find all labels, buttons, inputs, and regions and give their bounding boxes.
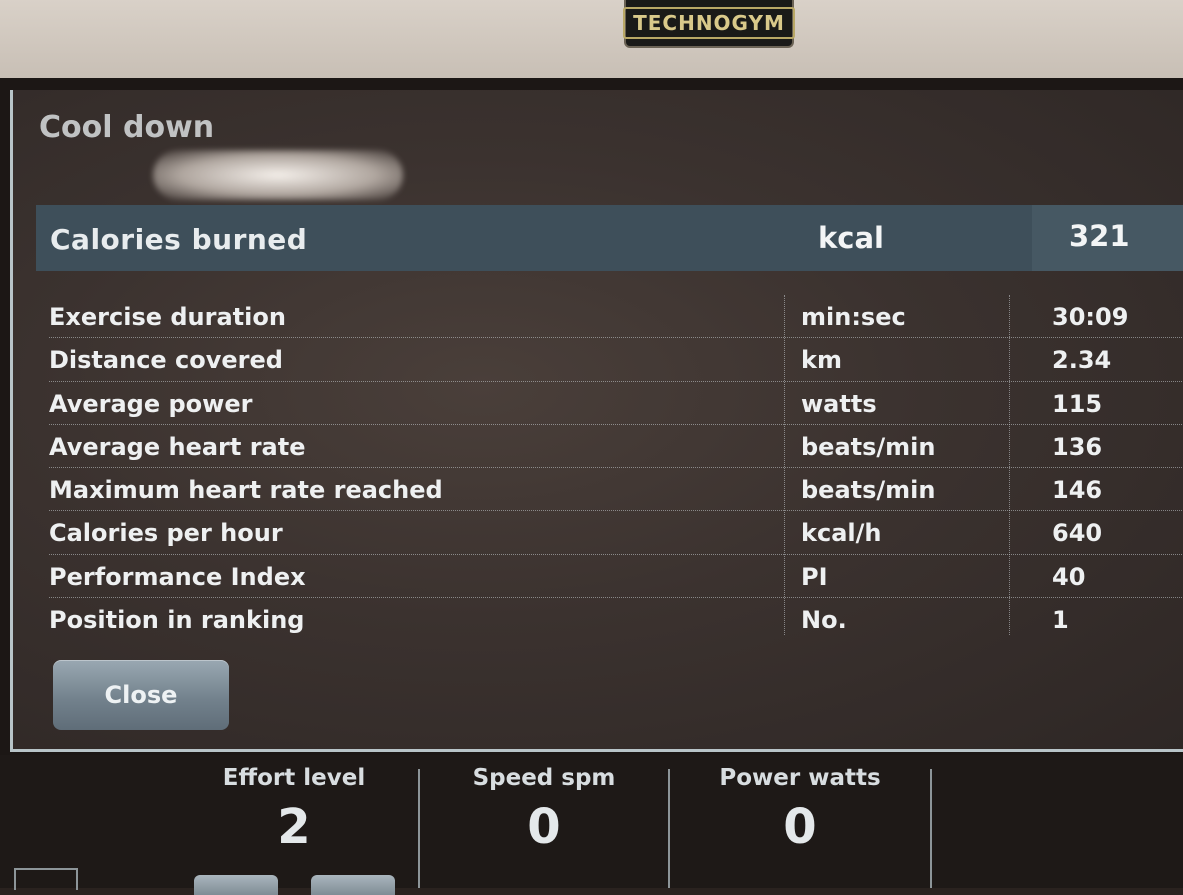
effort-level-metric: Effort level 2 <box>170 755 418 888</box>
bottom-metrics-bar: Effort level 2 Speed spm 0 Power watts 0 <box>0 755 1183 895</box>
calories-burned-unit: kcal <box>818 221 884 255</box>
corner-control[interactable] <box>14 868 78 890</box>
row-value: 30:09 <box>1052 303 1129 331</box>
effort-level-value: 2 <box>277 799 311 855</box>
row-value: 1 <box>1052 606 1069 635</box>
summary-panel: Cool down Calories burned kcal 321 Exerc… <box>10 90 1183 752</box>
panel-title: Cool down <box>39 110 215 145</box>
row-unit: No. <box>801 606 847 635</box>
table-row: Calories per hour kcal/h 640 <box>49 511 1183 555</box>
device-frame: TECHNOGYM Cool down Calories burned kcal… <box>0 0 1183 895</box>
effort-decrease-button[interactable] <box>194 875 278 895</box>
brand-logo-text: TECHNOGYM <box>623 7 795 39</box>
table-row: Maximum heart rate reached beats/min 146 <box>49 468 1183 512</box>
row-label: Average power <box>49 389 253 418</box>
row-unit: beats/min <box>801 432 936 461</box>
device-bezel-top: TECHNOGYM <box>0 0 1183 78</box>
brand-logo: TECHNOGYM <box>623 0 795 48</box>
table-row: Average power watts 115 <box>49 382 1183 425</box>
table-row: Exercise duration min:sec 30:09 <box>49 295 1183 339</box>
table-row: Distance covered km 2.34 <box>49 338 1183 382</box>
row-label: Average heart rate <box>49 432 306 461</box>
speed-label: Speed spm <box>472 765 616 791</box>
row-value: 146 <box>1052 476 1103 505</box>
console-screen: Cool down Calories burned kcal 321 Exerc… <box>0 78 1183 895</box>
row-value: 640 <box>1052 519 1103 548</box>
row-unit: kcal/h <box>801 519 882 548</box>
row-label: Exercise duration <box>49 303 286 331</box>
calories-burned-value: 321 <box>1069 219 1130 253</box>
effort-increase-button[interactable] <box>311 875 395 895</box>
row-label: Maximum heart rate reached <box>49 476 443 505</box>
stats-table: Exercise duration min:sec 30:09 Distance… <box>49 295 1183 640</box>
row-label: Position in ranking <box>49 606 305 635</box>
table-row: Performance Index PI 40 <box>49 555 1183 599</box>
row-unit: min:sec <box>801 303 906 331</box>
row-unit: watts <box>801 389 877 418</box>
screen-glare <box>153 150 403 200</box>
power-label: Power watts <box>719 765 881 791</box>
row-label: Distance covered <box>49 346 283 375</box>
power-value: 0 <box>783 799 817 855</box>
row-value: 115 <box>1052 389 1103 418</box>
row-label: Performance Index <box>49 562 306 591</box>
speed-metric: Speed spm 0 <box>420 755 668 888</box>
row-unit: km <box>801 346 842 375</box>
power-metric: Power watts 0 <box>670 755 930 888</box>
speed-value: 0 <box>527 799 561 855</box>
row-value: 2.34 <box>1052 346 1112 375</box>
row-value: 136 <box>1052 432 1103 461</box>
row-label: Calories per hour <box>49 519 283 548</box>
metric-divider <box>930 769 932 888</box>
row-unit: PI <box>801 562 828 591</box>
close-button[interactable]: Close <box>53 660 229 730</box>
table-row: Average heart rate beats/min 136 <box>49 425 1183 469</box>
row-unit: beats/min <box>801 476 936 505</box>
effort-level-label: Effort level <box>222 765 366 791</box>
calories-burned-label: Calories burned <box>50 223 308 256</box>
row-value: 40 <box>1052 562 1086 591</box>
calories-burned-row: Calories burned kcal 321 <box>36 205 1183 271</box>
table-row: Position in ranking No. 1 <box>49 598 1183 640</box>
